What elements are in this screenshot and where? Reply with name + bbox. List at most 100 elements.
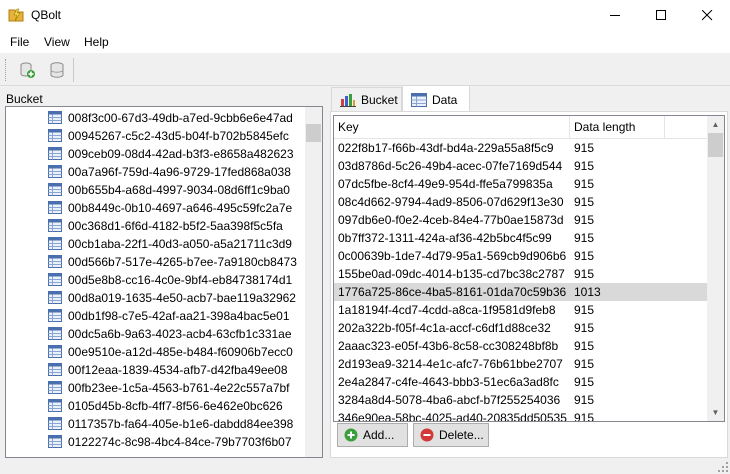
cell-key: 202a322b-f05f-4c1a-accf-c6df1d88ce32 [338,321,551,335]
tree-item-label: 00dc5a6b-9a63-4023-acb4-63cfb1c331ae [68,327,292,341]
cell-key: 155be0ad-09dc-4014-b135-cd7bc38c2787 [338,267,565,281]
table-row[interactable]: 155be0ad-09dc-4014-b135-cd7bc38c2787 915 [334,265,707,283]
data-table[interactable]: Key Data length ▲ ▼ 022f8b17-f66b-43df-b… [333,115,725,422]
tree-item[interactable]: 00cb1aba-22f1-40d3-a050-a5a21711c3d9 [6,235,306,253]
table-row[interactable]: 022f8b17-f66b-43df-bd4a-229a55a8f5c9 915 [334,139,707,157]
scroll-up-arrow-icon[interactable]: ▲ [707,116,724,133]
table-scrollbar[interactable]: ▲ ▼ [707,116,724,421]
tree-item-label: 00cb1aba-22f1-40d3-a050-a5a21711c3d9 [68,237,292,251]
column-divider[interactable] [569,116,570,138]
bucket-tree[interactable]: 0122274c-8c98-4bc4-84ce-79b7703f6b07 0117… [5,106,323,458]
tree-item[interactable]: 00a7a96f-759d-4a96-9729-17fed868a038 [6,163,306,181]
tab-bucket[interactable]: Bucket [331,87,402,112]
table-scrollbar-thumb[interactable] [708,133,723,157]
tree-item[interactable]: 00d5e8b8-cc16-4c0e-9bf4-eb84738174d1 [6,271,306,289]
tree-item-label: 00e9510e-a12d-485e-b484-f60906b7ecc0 [68,345,293,359]
tab-data[interactable]: Data [402,85,470,113]
column-header-key[interactable]: Key [338,120,359,134]
tree-item[interactable]: 0105d45b-8cfb-4ff7-8f56-6e462e0bc626 [6,397,306,415]
add-button[interactable]: Add... [337,423,408,447]
table-row[interactable]: 0c00639b-1de7-4d79-95a1-569cb9d906b6 915 [334,247,707,265]
table-row[interactable]: 07dc5fbe-8cf4-49e9-954d-ffe5a799835a 915 [334,175,707,193]
tree-item-label: 00db1f98-c7e5-42af-aa21-398a4bac5e01 [68,309,290,323]
tree-item[interactable]: 00b8449c-0b10-4697-a646-495c59fc2a7e [6,199,306,217]
database-button[interactable] [47,60,67,80]
table-icon [48,309,62,322]
cell-data-length: 915 [574,195,595,209]
cell-data-length: 915 [574,249,595,263]
cell-data-length: 915 [574,231,595,245]
tab-bucket-label: Bucket [361,93,398,107]
table-row[interactable]: 3284a8d4-5078-4ba6-abcf-b7f255254036 915 [334,391,707,409]
tree-scrollbar-thumb[interactable] [306,124,321,142]
table-row[interactable]: 08c4d662-9794-4ad9-8506-07d629f13e30 915 [334,193,707,211]
table-row[interactable]: 2aaac323-e05f-43b6-8c58-cc308248bf8b 915 [334,337,707,355]
toolbar-grip[interactable] [5,59,9,81]
table-icon [48,327,62,340]
maximize-button[interactable] [638,0,684,31]
bar-chart-icon [340,94,356,107]
tree-item-label: 008f3c00-67d3-49db-a7ed-9cbb6e6e47ad [68,111,293,125]
tree-item[interactable]: 00db1f98-c7e5-42af-aa21-398a4bac5e01 [6,307,306,325]
minimize-button[interactable] [592,0,638,31]
tree-item[interactable]: 00f12eaa-1839-4534-afb7-d42fba49ee08 [6,361,306,379]
table-row[interactable]: 2e4a2847-c4fe-4643-bbb3-51ec6a3ad8fc 915 [334,373,707,391]
toolbar [0,53,730,86]
tree-item[interactable]: 00b655b4-a68d-4997-9034-08d6ff1c9ba0 [6,181,306,199]
delete-button[interactable]: Delete... [413,423,489,447]
tree-item[interactable]: 00d566b7-517e-4265-b7ee-7a9180cb8473 [6,253,306,271]
table-header: Key Data length [334,116,707,139]
toolbar-separator [73,58,74,82]
menu-help[interactable]: Help [84,35,109,49]
tree-item[interactable]: 0117357b-fa64-405e-b1e6-dabdd84ee398 [6,415,306,433]
tree-item-label: 00d5e8b8-cc16-4c0e-9bf4-eb84738174d1 [68,273,293,287]
table-row[interactable]: 346e90ea-58bc-4025-ad40-20835dd50535 915 [334,409,707,421]
table-row[interactable]: 097db6e0-f0e2-4ceb-84e4-77b0ae15873d 915 [334,211,707,229]
tree-item-label: 00b8449c-0b10-4697-a646-495c59fc2a7e [68,201,293,215]
table-icon [48,237,62,250]
tree-item[interactable]: 00d8a019-1635-4e50-acb7-bae119a32962 [6,289,306,307]
table-row[interactable]: 2d193ea9-3214-4e1c-afc7-76b61bbe2707 915 [334,355,707,373]
menu-view[interactable]: View [44,35,70,49]
tree-item-label: 00b655b4-a68d-4997-9034-08d6ff1c9ba0 [68,183,290,197]
tree-item[interactable]: 00e9510e-a12d-485e-b484-f60906b7ecc0 [6,343,306,361]
cell-data-length: 915 [574,339,595,353]
table-icon [48,255,62,268]
cell-data-length: 915 [574,213,595,227]
tree-item[interactable]: 00945267-c5c2-43d5-b04f-b702b5845efc [6,127,306,145]
close-button[interactable] [684,0,730,31]
tree-item[interactable]: 00fb23ee-1c5a-4563-b761-4e22c557a7bf [6,379,306,397]
tree-item[interactable]: 008f3c00-67d3-49db-a7ed-9cbb6e6e47ad [6,109,306,127]
cell-data-length: 915 [574,141,595,155]
add-database-button[interactable] [17,60,37,80]
tree-item[interactable]: 0122274c-8c98-4bc4-84ce-79b7703f6b07 [6,433,306,451]
tree-item[interactable]: 009ceb09-08d4-42ad-b3f3-e8658a482623 [6,145,306,163]
resize-grip-icon[interactable] [718,462,728,472]
menu-file[interactable]: File [10,35,29,49]
cell-data-length: 915 [574,303,595,317]
tree-item-label: 00945267-c5c2-43d5-b04f-b702b5845efc [68,129,289,143]
table-icon [48,345,62,358]
column-divider[interactable] [664,116,665,138]
table-row[interactable]: 0b7ff372-1311-424a-af36-42b5bc4f5c99 915 [334,229,707,247]
add-button-label: Add... [363,428,395,442]
table-icon [48,219,62,232]
tree-item[interactable]: 00dc5a6b-9a63-4023-acb4-63cfb1c331ae [6,325,306,343]
window-title: QBolt [31,8,62,22]
table-row[interactable]: 202a322b-f05f-4c1a-accf-c6df1d88ce32 915 [334,319,707,337]
table-icon [48,147,62,160]
delete-button-label: Delete... [439,428,484,442]
scroll-down-arrow-icon[interactable]: ▼ [707,404,724,421]
tree-scrollbar[interactable] [305,107,322,457]
table-row[interactable]: 1776a725-86ce-4ba5-8161-01da70c59b36 1013 [334,283,707,301]
cell-key: 08c4d662-9794-4ad9-8506-07d629f13e30 [338,195,564,209]
table-row[interactable]: 1a18194f-4cd7-4cdd-a8ca-1f9581d9feb8 915 [334,301,707,319]
table-icon [48,273,62,286]
table-icon [48,435,62,448]
cell-data-length: 915 [574,321,595,335]
menu-bar [0,31,730,53]
column-header-data-length[interactable]: Data length [574,120,635,134]
cell-key: 0c00639b-1de7-4d79-95a1-569cb9d906b6 [338,249,567,263]
tree-item[interactable]: 00c368d1-6f6d-4182-b5f2-5aa398f5c5fa [6,217,306,235]
table-row[interactable]: 03d8786d-5c26-49b4-acec-07fe7169d544 915 [334,157,707,175]
